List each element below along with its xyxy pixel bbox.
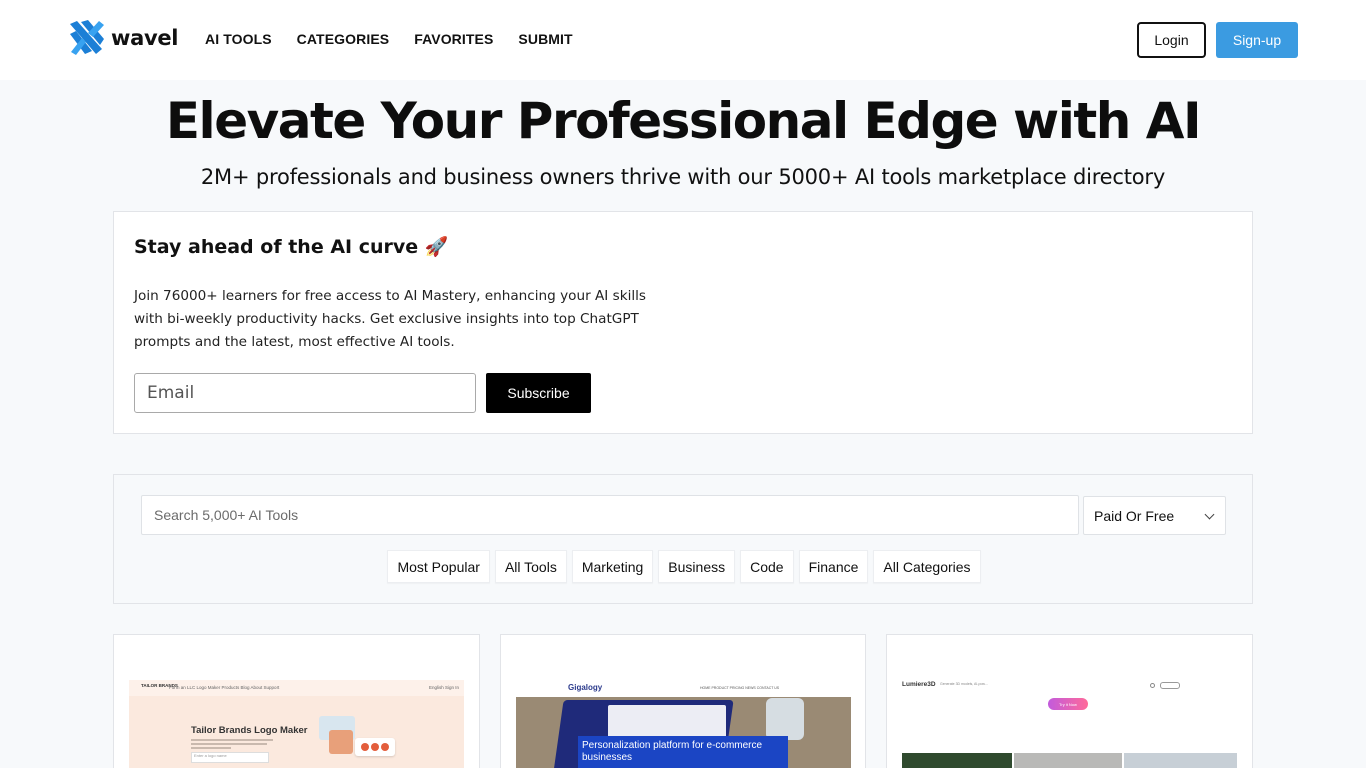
newsletter-title: Stay ahead of the AI curve 🚀 xyxy=(134,236,449,258)
wavel-logo-icon xyxy=(70,20,104,55)
screenshot-nav: Form an LLC Logo Maker Products Blog Abo… xyxy=(169,685,280,690)
tool-card-gigalogy[interactable]: Gigalogy HOME PRODUCT PRICING NEWS CONTA… xyxy=(500,634,866,768)
chip-code[interactable]: Code xyxy=(740,550,794,583)
chevron-down-icon xyxy=(1204,509,1215,520)
nav-submit[interactable]: SUBMIT xyxy=(518,31,572,47)
chip-all-categories[interactable]: All Categories xyxy=(873,550,981,583)
screenshot-button xyxy=(1160,682,1180,689)
screenshot-input: Enter a logo name xyxy=(191,752,269,763)
graphic-glass xyxy=(766,698,804,740)
text-line xyxy=(191,747,231,749)
chip-most-popular[interactable]: Most Popular xyxy=(387,550,490,583)
screenshot-logo: Lumiere3D xyxy=(902,681,936,688)
newsletter-box: Stay ahead of the AI curve 🚀 Join 76000+… xyxy=(113,211,1253,434)
tool-card-tailor-brands[interactable]: TAILOR BRANDS Form an LLC Logo Maker Pro… xyxy=(113,634,480,768)
chip-all-tools[interactable]: All Tools xyxy=(494,550,567,583)
screenshot-logo: Gigalogy xyxy=(568,683,603,692)
tool-screenshot: Lumiere3D Generate 3D models, AI-pow... … xyxy=(902,680,1237,768)
screenshot-topbar xyxy=(516,680,851,697)
color-dot xyxy=(371,743,379,751)
search-input[interactable] xyxy=(141,495,1079,535)
chip-marketing[interactable]: Marketing xyxy=(571,550,654,583)
hero-subtitle: 2M+ professionals and business owners th… xyxy=(200,165,1166,189)
chip-finance[interactable]: Finance xyxy=(798,550,869,583)
search-icon xyxy=(1150,683,1155,688)
subscribe-button[interactable]: Subscribe xyxy=(486,373,591,413)
brand-logo[interactable]: wavel xyxy=(68,19,179,56)
photo-tile xyxy=(1124,753,1237,768)
category-chips: Most Popular All Tools Marketing Busines… xyxy=(114,550,1254,583)
nav-favorites[interactable]: FAVORITES xyxy=(414,31,493,47)
screenshot-nav: Generate 3D models, AI-pow... xyxy=(940,682,988,686)
newsletter-description: Join 76000+ learners for free access to … xyxy=(134,288,646,350)
photo-tile xyxy=(1014,753,1122,768)
chip-business[interactable]: Business xyxy=(658,550,736,583)
brand-name: wavel xyxy=(111,25,179,50)
login-button[interactable]: Login xyxy=(1137,22,1206,58)
signup-button[interactable]: Sign-up xyxy=(1216,22,1298,58)
screenshot-heading: Tailor Brands Logo Maker xyxy=(191,725,308,736)
screenshot-nav: HOME PRODUCT PRICING NEWS CONTACT US xyxy=(700,686,780,690)
screenshot-banner: Personalization platform for e-commerce … xyxy=(578,736,788,768)
tool-card-lumiere3d[interactable]: Lumiere3D Generate 3D models, AI-pow... … xyxy=(886,634,1253,768)
color-dot xyxy=(381,743,389,751)
site-header: wavel AI TOOLS CATEGORIES FAVORITES SUBM… xyxy=(0,0,1366,80)
tool-screenshot: TAILOR BRANDS Form an LLC Logo Maker Pro… xyxy=(129,680,464,768)
tool-screenshot: Gigalogy HOME PRODUCT PRICING NEWS CONTA… xyxy=(516,680,851,768)
email-field[interactable] xyxy=(134,373,476,413)
main-nav: AI TOOLS CATEGORIES FAVORITES SUBMIT xyxy=(205,31,598,47)
price-filter-value: Paid Or Free xyxy=(1094,507,1175,524)
color-dot xyxy=(361,743,369,751)
screenshot-right-nav: English Sign In xyxy=(429,685,460,690)
hero-title: Elevate Your Professional Edge with AI xyxy=(165,92,1202,150)
graphic-cube xyxy=(329,730,353,754)
price-filter-select[interactable]: Paid Or Free xyxy=(1083,496,1226,535)
text-line xyxy=(191,743,267,745)
screenshot-cta: Try it Now xyxy=(1048,698,1088,710)
text-line xyxy=(191,739,273,741)
nav-ai-tools[interactable]: AI TOOLS xyxy=(205,31,272,47)
tool-search-panel: Paid Or Free Most Popular All Tools Mark… xyxy=(113,474,1253,604)
nav-categories[interactable]: CATEGORIES xyxy=(297,31,390,47)
photo-tile xyxy=(902,753,1012,768)
